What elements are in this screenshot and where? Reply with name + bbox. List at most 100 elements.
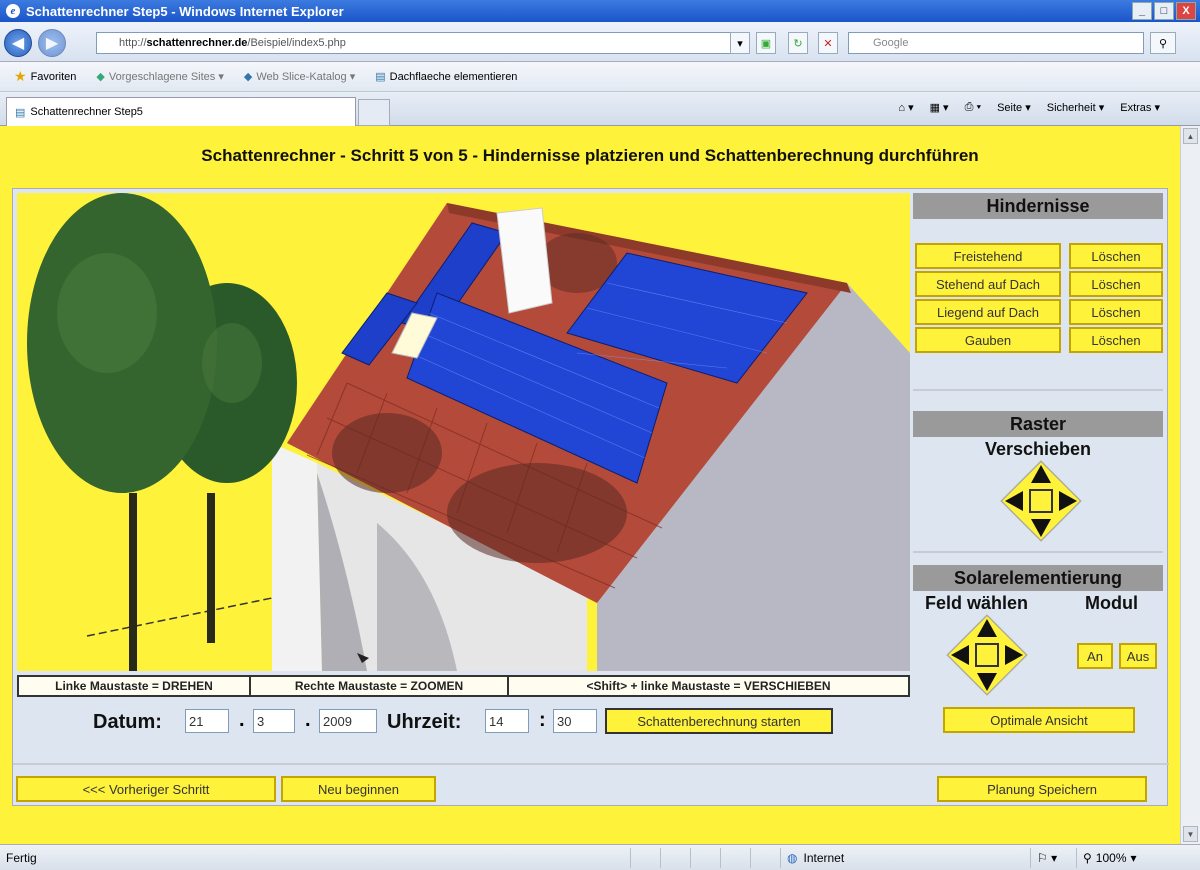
roof-shadow xyxy=(447,463,627,563)
new-tab-button[interactable] xyxy=(358,99,390,126)
hindernisse-heading: Hindernisse xyxy=(913,193,1163,219)
field-left-button[interactable] xyxy=(951,645,969,665)
date-label: Datum: xyxy=(93,711,162,733)
field-up-button[interactable] xyxy=(977,619,997,637)
menu-seite[interactable]: Seite ▾ xyxy=(997,101,1031,114)
obstacle-dormer-delete[interactable]: Löschen xyxy=(1069,327,1163,353)
obstacle-standing-roof-button[interactable]: Stehend auf Dach xyxy=(915,271,1061,297)
raster-right-button[interactable] xyxy=(1059,491,1077,511)
address-bar: ◀ ▶ http://schattenrechner.de/Beispiel/i… xyxy=(0,22,1200,62)
page-icon: ◆ xyxy=(243,71,253,83)
raster-down-button[interactable] xyxy=(1031,519,1051,537)
arrow-left-icon: ◀ xyxy=(11,35,25,52)
time-label: Uhrzeit: xyxy=(387,711,462,733)
raster-left-button[interactable] xyxy=(1005,491,1023,511)
feed-icon[interactable]: ▦ ▾ xyxy=(930,101,949,114)
zoom-control[interactable]: ⚲ 100% ▾ xyxy=(1076,847,1156,868)
divider xyxy=(913,551,1163,553)
obstacle-dormer-button[interactable]: Gauben xyxy=(915,327,1061,353)
ie-logo-icon: e xyxy=(6,4,20,18)
window-title: Schattenrechner Step5 - Windows Internet… xyxy=(26,3,344,19)
web-slice-link[interactable]: ◆ Web Slice-Katalog ▾ xyxy=(244,70,355,83)
raster-up-button[interactable] xyxy=(1031,465,1051,483)
raster-subtitle: Verschieben xyxy=(984,439,1092,459)
restart-button[interactable]: Neu beginnen xyxy=(281,776,436,802)
house-front-wall xyxy=(272,443,322,671)
previous-step-button[interactable]: <<< Vorheriger Schritt xyxy=(16,776,276,802)
dropdown-icon[interactable]: ▾ xyxy=(730,32,750,54)
year-input[interactable] xyxy=(319,709,377,733)
browser-statusbar: Fertig ◍ Internet ⚐ ▾ ⚲ 100% ▾ xyxy=(0,844,1200,870)
page-title: Schattenrechner - Schritt 5 von 5 - Hind… xyxy=(201,146,979,165)
help-zoom: Rechte Maustaste = ZOOMEN xyxy=(251,677,509,695)
help-pan: <Shift> + linke Maustaste = VERSCHIEBEN xyxy=(586,679,831,693)
dachflaeche-link[interactable]: ▤ Dachflaeche elementieren xyxy=(375,70,517,84)
vertical-scrollbar[interactable]: ▲ ▼ xyxy=(1180,126,1200,844)
menu-extras[interactable]: Extras ▾ xyxy=(1120,101,1160,114)
viewport-help: Linke Maustaste = DREHEN Rechte Maustast… xyxy=(17,675,910,697)
day-input[interactable] xyxy=(185,709,229,733)
field-right-button[interactable] xyxy=(1005,645,1023,665)
protected-mode-icon[interactable]: ⚐ ▾ xyxy=(1030,847,1076,868)
save-plan-button[interactable]: Planung Speichern xyxy=(937,776,1147,802)
home-icon[interactable]: ⌂ ▾ xyxy=(898,101,913,114)
menu-sicherheit[interactable]: Sicherheit ▾ xyxy=(1047,101,1105,114)
divider xyxy=(13,763,1169,765)
3d-viewport[interactable] xyxy=(17,193,910,671)
house-scene[interactable] xyxy=(17,193,910,671)
back-button[interactable]: ◀ xyxy=(4,29,32,57)
help-rotate: Linke Maustaste = DREHEN xyxy=(19,677,251,695)
minimize-button[interactable]: _ xyxy=(1132,2,1152,20)
field-down-button[interactable] xyxy=(977,673,997,691)
chevron-down-icon: ▾ xyxy=(1130,850,1137,865)
refresh-icon[interactable]: ↻ xyxy=(788,32,808,54)
module-label: Modul xyxy=(1085,593,1138,613)
suggested-sites-link[interactable]: ◆ Vorgeschlagene Sites ▾ xyxy=(96,70,223,83)
module-off-button[interactable]: Aus xyxy=(1119,643,1157,669)
hour-input[interactable] xyxy=(485,709,529,733)
tab-schattenrechner[interactable]: ▤ Schattenrechner Step5 xyxy=(6,97,356,126)
star-icon: ★ xyxy=(14,68,27,84)
print-icon[interactable]: ⎙ ▾ xyxy=(965,101,981,114)
security-zone[interactable]: ◍ Internet xyxy=(780,847,1030,868)
raster-move-dpad xyxy=(1000,460,1082,542)
url-input[interactable]: http://schattenrechner.de/Beispiel/index… xyxy=(96,32,748,54)
ground-line xyxy=(86,597,273,637)
close-button[interactable]: X xyxy=(1176,2,1196,20)
datetime-row: Datum: . . Uhrzeit: : Schattenberechnung… xyxy=(13,699,1169,749)
control-panel: Hindernisse Freistehend Löschen Stehend … xyxy=(913,193,1163,696)
page-icon: ▤ xyxy=(375,71,386,83)
solar-heading: Solarelementierung xyxy=(913,565,1163,591)
module-on-button[interactable]: An xyxy=(1077,643,1113,669)
maximize-button[interactable]: □ xyxy=(1154,2,1174,20)
obstacle-standing-roof-delete[interactable]: Löschen xyxy=(1069,271,1163,297)
tab-bar: ▤ Schattenrechner Step5 ⌂ ▾ ▦ ▾ ⎙ ▾ Seit… xyxy=(0,92,1200,126)
start-shadow-calc-button[interactable]: Schattenberechnung starten xyxy=(605,708,833,734)
forward-button[interactable]: ▶ xyxy=(38,29,66,57)
favorites-bar: ★ Favoriten ◆ Vorgeschlagene Sites ▾ ◆ W… xyxy=(0,62,1200,92)
minute-input[interactable] xyxy=(553,709,597,733)
scroll-up-icon[interactable]: ▲ xyxy=(1183,128,1198,144)
ie-page-icon: ▤ xyxy=(15,106,26,119)
field-center xyxy=(975,643,999,667)
window-titlebar: e Schattenrechner Step5 - Windows Intern… xyxy=(0,0,1200,22)
search-icon[interactable]: ⚲ xyxy=(1150,32,1176,54)
roof-shadow xyxy=(332,413,442,493)
month-input[interactable] xyxy=(253,709,295,733)
obstacle-freestanding-delete[interactable]: Löschen xyxy=(1069,243,1163,269)
obstacle-freestanding-button[interactable]: Freistehend xyxy=(915,243,1061,269)
divider xyxy=(913,389,1163,391)
obstacle-lying-roof-delete[interactable]: Löschen xyxy=(1069,299,1163,325)
compat-view-icon[interactable]: ▣ xyxy=(756,32,776,54)
tree-obstacle[interactable] xyxy=(27,193,297,671)
favorites-button[interactable]: ★ Favoriten xyxy=(14,68,76,85)
zoom-icon: ⚲ xyxy=(1083,850,1092,865)
optimal-view-button[interactable]: Optimale Ansicht xyxy=(943,707,1135,733)
raster-heading: Raster xyxy=(913,411,1163,437)
stop-icon[interactable]: ✕ xyxy=(818,32,838,54)
arrow-right-icon: ▶ xyxy=(45,35,59,52)
globe-icon: ◍ xyxy=(787,850,798,865)
scroll-down-icon[interactable]: ▼ xyxy=(1183,826,1198,842)
search-input[interactable]: Google xyxy=(848,32,1144,54)
obstacle-lying-roof-button[interactable]: Liegend auf Dach xyxy=(915,299,1061,325)
